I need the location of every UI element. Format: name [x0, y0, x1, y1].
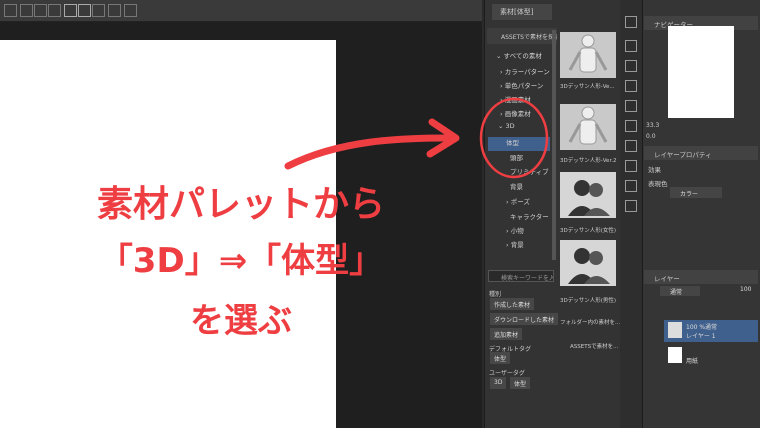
brush-icon[interactable] — [92, 4, 105, 17]
tree-item-color-pattern[interactable]: › カラーパターン — [500, 66, 550, 80]
mannequin-icon — [560, 32, 616, 78]
settings-icon[interactable] — [124, 4, 137, 17]
color-icon[interactable] — [625, 60, 637, 72]
silhouette-icon — [560, 240, 616, 286]
tree-item-props[interactable]: › 小物 — [506, 225, 524, 239]
layer-thumbnail — [668, 322, 682, 338]
tree-item-background[interactable]: › 背景 — [506, 239, 524, 253]
thumbnail-silhouette-male[interactable] — [560, 240, 616, 286]
angle-value[interactable]: 0.0 — [646, 133, 656, 140]
caption-line-2: 「3D」⇒「体型」 — [98, 241, 384, 281]
expand-icon: › — [506, 198, 509, 206]
grid-icon[interactable] — [4, 4, 17, 17]
tree-item-label: すべての素材 — [503, 52, 542, 60]
tag-3d[interactable]: 3D — [490, 377, 507, 389]
thumbnail-label: 3Dデッサン人形-Ve... — [560, 84, 615, 90]
fill-icon[interactable] — [34, 4, 47, 17]
tree-item-label: 単色パターン — [504, 82, 544, 90]
material-palette-icon[interactable] — [625, 16, 637, 28]
tree-item-label: 小物 — [510, 227, 524, 235]
thumbnail-silhouette-female[interactable] — [560, 172, 616, 218]
effect-label: 効果 — [648, 166, 661, 174]
material-tab[interactable]: 素材[体型] — [492, 4, 552, 20]
color-mode-select[interactable]: カラー — [670, 187, 722, 198]
search-layer-icon[interactable] — [625, 120, 637, 132]
tag-created[interactable]: 作成した素材 — [490, 298, 535, 310]
layer-panel-header[interactable]: レイヤー — [644, 270, 758, 284]
tree-item-background-3d[interactable]: 背景 — [510, 181, 523, 195]
layer-property-header[interactable]: レイヤープロパティ — [644, 146, 758, 160]
expand-icon: ⌄ — [496, 52, 502, 60]
document-icon[interactable] — [108, 4, 121, 17]
expand-icon: › — [506, 241, 509, 249]
layer-row-paper[interactable]: 用紙 — [664, 345, 758, 367]
silhouette-icon — [560, 172, 616, 218]
tag-body-type-user[interactable]: 体型 — [510, 377, 531, 389]
tag-additional[interactable]: 追加素材 — [490, 328, 523, 340]
tree-item-all-materials[interactable]: ⌄ すべての素材 — [496, 50, 542, 64]
tree-item-label: キャラクター — [510, 213, 549, 221]
tag-body-type[interactable]: 体型 — [490, 352, 511, 364]
layer-row-1[interactable]: 100 %通常 レイヤー 1 — [664, 320, 758, 342]
auto-action-icon[interactable] — [625, 180, 637, 192]
tree-item-label: 背景 — [510, 241, 524, 249]
caption-line-1: 素材パレットから — [96, 184, 385, 225]
sub-view-icon[interactable] — [625, 100, 637, 112]
type-label: 種別 — [489, 291, 502, 298]
thumbnail-label: 3Dデッサン人形(男性) — [560, 298, 617, 304]
thumbnail-mannequin-2[interactable] — [560, 104, 616, 150]
pen-stroke-alt-icon[interactable] — [78, 4, 91, 17]
material-search-input[interactable]: 検索キーワードを入 — [488, 270, 554, 282]
layer-name: 用紙 — [686, 358, 699, 365]
thumbnail-label: 3Dデッサン人形-Ver.2 — [560, 158, 617, 164]
expand-icon: › — [500, 68, 503, 76]
user-tag-label: ユーザータグ — [489, 370, 525, 377]
thumbnail-mannequin-1[interactable] — [560, 32, 616, 78]
tag-downloaded[interactable]: ダウンロードした素材 — [490, 313, 559, 325]
folder-materials-link[interactable]: フォルダー内の素材を... — [560, 318, 620, 326]
expand-icon: › — [500, 82, 503, 90]
tree-item-label: カラーパターン — [504, 68, 550, 76]
brush-size-icon[interactable] — [625, 160, 637, 172]
tree-item-label: ポーズ — [510, 198, 530, 206]
top-toolbar — [0, 0, 482, 22]
layer-mode: 100 %通常 — [686, 324, 718, 331]
opacity-value[interactable]: 100 — [740, 286, 751, 293]
caption-line-3: を選ぶ — [190, 301, 292, 341]
expand-icon: › — [506, 227, 509, 235]
history-icon[interactable] — [625, 80, 637, 92]
item-bank-icon[interactable] — [625, 200, 637, 212]
assets-search-link[interactable]: ASSETSで素材を探す — [487, 28, 557, 44]
layer-name: レイヤー 1 — [686, 333, 716, 340]
tree-item-mono-pattern[interactable]: › 単色パターン — [500, 80, 543, 94]
navigator-preview[interactable] — [668, 26, 734, 118]
thumbnail-label: 3Dデッサン人形(女性) — [560, 228, 617, 234]
mannequin-icon — [560, 104, 616, 150]
annotation-arrow — [284, 118, 460, 170]
tree-item-label: 背景 — [510, 183, 523, 191]
highlight-circle — [479, 97, 549, 179]
tool-property-icon[interactable] — [625, 140, 637, 152]
ruler-icon[interactable] — [20, 4, 33, 17]
pen-stroke-icon[interactable] — [64, 4, 77, 17]
selection-icon[interactable] — [48, 4, 61, 17]
zoom-value[interactable]: 33.3 — [646, 122, 659, 129]
layer-thumbnail — [668, 347, 682, 363]
tree-scrollbar[interactable] — [552, 30, 556, 260]
layer-icon[interactable] — [625, 40, 637, 52]
expression-color-label: 表現色 — [648, 180, 668, 188]
tree-item-pose[interactable]: › ポーズ — [506, 196, 530, 210]
blend-mode-select[interactable]: 通常 — [660, 286, 700, 296]
tree-item-character[interactable]: キャラクター — [510, 211, 549, 225]
